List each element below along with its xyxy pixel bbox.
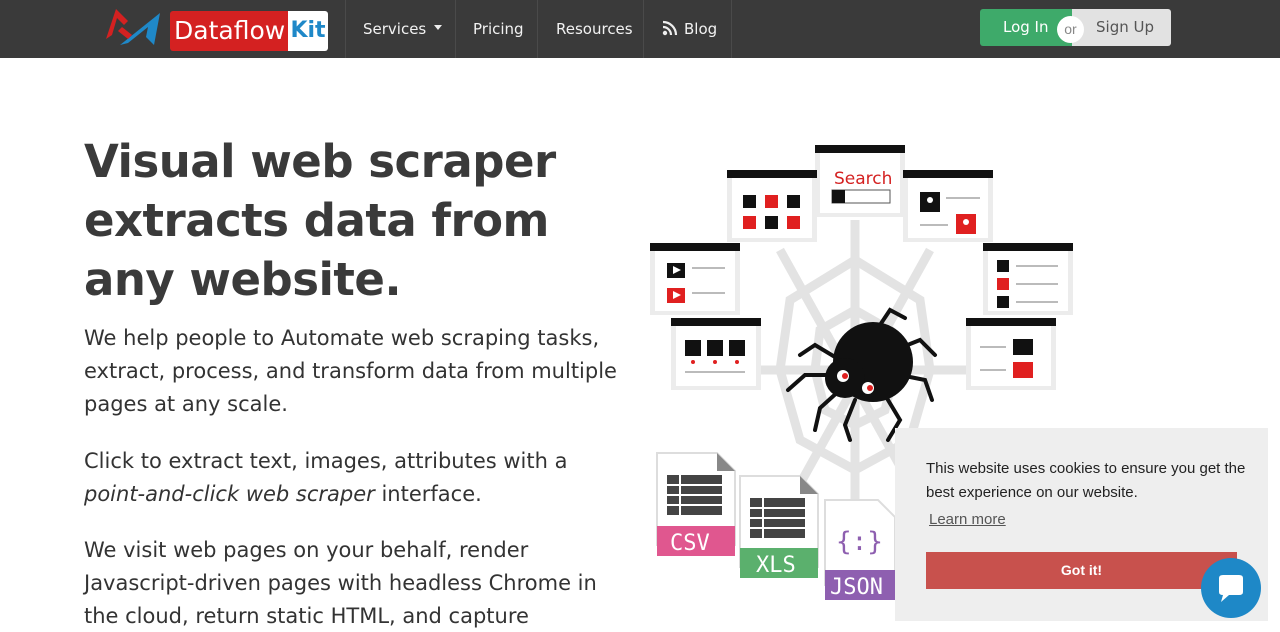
json-label: JSON xyxy=(830,575,883,600)
hero-paragraph-emphasis: point-and-click web scraper xyxy=(84,482,375,506)
nav-item-label: Services xyxy=(363,20,427,38)
cookie-accept-button[interactable]: Got it! xyxy=(926,552,1237,589)
xls-file-icon: XLS xyxy=(739,475,819,578)
logo-mark-icon xyxy=(106,9,160,45)
browser-window-video xyxy=(650,243,740,315)
search-label: Search xyxy=(834,169,892,189)
hero-paragraph-text: interface. xyxy=(374,482,482,506)
chat-bubble-icon xyxy=(1219,575,1243,602)
nav-divider xyxy=(537,0,538,58)
nav-item-pricing[interactable]: Pricing xyxy=(473,0,524,58)
cookie-learn-more-link[interactable]: Learn more xyxy=(929,508,1006,532)
browser-window-details xyxy=(966,318,1056,390)
json-braces: {:} xyxy=(836,527,883,557)
nav-item-label: Blog xyxy=(684,20,718,38)
nav-item-resources[interactable]: Resources xyxy=(556,0,633,58)
nav-divider xyxy=(455,0,456,58)
csv-label: CSV xyxy=(670,531,710,556)
hero-paragraph-point-click: Click to extract text, images, attribute… xyxy=(84,445,624,511)
browser-window-grid xyxy=(727,170,817,242)
hero-paragraph-automate: We help people to Automate web scraping … xyxy=(84,326,617,416)
browser-window-search: Search xyxy=(815,145,905,217)
chat-launcher-button[interactable] xyxy=(1201,558,1261,618)
nav-divider xyxy=(345,0,346,58)
nav-item-label: Pricing xyxy=(473,20,524,38)
chevron-down-icon xyxy=(434,25,443,30)
browser-window-list xyxy=(983,243,1073,315)
hero-title: Visual web scraper extracts data from an… xyxy=(84,135,556,306)
nav-item-label: Resources xyxy=(556,20,633,38)
or-badge: or xyxy=(1057,16,1084,43)
xls-label: XLS xyxy=(756,553,796,578)
browser-window-products xyxy=(671,318,761,390)
rss-icon xyxy=(662,20,678,35)
dataflow-kit-logo[interactable]: Dataflow Kit xyxy=(102,5,330,51)
top-navbar: Dataflow Kit Services Pricing Resources … xyxy=(0,0,1280,58)
nav-item-services[interactable]: Services xyxy=(363,0,443,58)
nav-divider xyxy=(731,0,732,58)
nav-divider xyxy=(643,0,644,58)
hero-paragraph-text: Click to extract text, images, attribute… xyxy=(84,449,568,473)
csv-file-icon: CSV xyxy=(656,452,736,556)
json-file-icon: {:} JSON xyxy=(824,499,896,600)
nav-item-blog[interactable]: Blog xyxy=(662,0,717,58)
logo-text-dataflow: Dataflow xyxy=(170,11,290,51)
cookie-message: This website uses cookies to ensure you … xyxy=(926,460,1246,501)
hero-paragraph-render: We visit web pages on your behalf, rende… xyxy=(84,538,597,628)
logo-text-kit: Kit xyxy=(288,11,328,51)
signup-button[interactable]: Sign Up xyxy=(1072,9,1171,46)
browser-window-profiles xyxy=(903,170,993,242)
